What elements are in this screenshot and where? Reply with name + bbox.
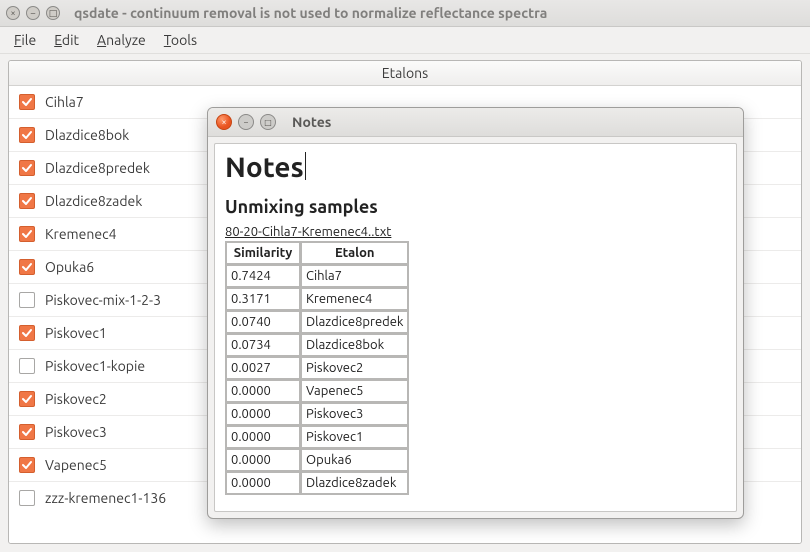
maximize-icon[interactable]: □ <box>46 6 60 20</box>
cell-similarity: 0.0000 <box>226 426 300 448</box>
menu-label-rest: nalyze <box>106 32 146 48</box>
menu-edit[interactable]: Edit <box>54 32 79 48</box>
cell-etalon: Cihla7 <box>301 265 408 287</box>
table-row: 0.0027Piskovec2 <box>226 357 408 379</box>
column-header-etalon: Etalon <box>301 242 408 264</box>
notes-window-title: Notes <box>292 114 331 130</box>
menu-label-rest: ools <box>171 32 197 48</box>
menu-mnemonic: A <box>97 32 106 48</box>
checkbox[interactable] <box>19 94 35 110</box>
etalon-label: Piskovec2 <box>45 391 107 407</box>
cell-similarity: 0.7424 <box>226 265 300 287</box>
etalon-label: Kremenec4 <box>45 226 116 242</box>
cell-etalon: Vapenec5 <box>301 380 408 402</box>
menu-tools[interactable]: Tools <box>164 32 197 48</box>
checkbox[interactable] <box>19 292 35 308</box>
checkbox[interactable] <box>19 259 35 275</box>
table-row: 0.0740Dlazdice8predek <box>226 311 408 333</box>
similarity-table: Similarity Etalon 0.7424Cihla70.3171Krem… <box>225 241 409 495</box>
etalon-label: Piskovec1 <box>45 325 107 341</box>
table-row: 0.0000Piskovec1 <box>226 426 408 448</box>
window-title: qsdate - continuum removal is not used t… <box>74 5 547 21</box>
etalon-label: Dlazdice8zadek <box>45 193 142 209</box>
etalon-label: zzz-kremenec1-136 <box>45 490 166 506</box>
table-row: 0.3171Kremenec4 <box>226 288 408 310</box>
cell-similarity: 0.0000 <box>226 449 300 471</box>
checkbox[interactable] <box>19 226 35 242</box>
table-header-row: Similarity Etalon <box>226 242 408 264</box>
etalon-label: Dlazdice8predek <box>45 160 150 176</box>
cell-etalon: Opuka6 <box>301 449 408 471</box>
table-row: 0.0000Piskovec3 <box>226 403 408 425</box>
etalon-label: Piskovec3 <box>45 424 107 440</box>
cell-etalon: Piskovec2 <box>301 357 408 379</box>
main-titlebar[interactable]: × – □ qsdate - continuum removal is not … <box>0 0 810 27</box>
etalon-label: Dlazdice8bok <box>45 127 129 143</box>
cell-etalon: Dlazdice8predek <box>301 311 408 333</box>
minimize-icon[interactable]: – <box>26 6 40 20</box>
checkbox[interactable] <box>19 457 35 473</box>
checkbox[interactable] <box>19 160 35 176</box>
table-row: 0.0000Dlazdice8zadek <box>226 472 408 494</box>
checkbox[interactable] <box>19 127 35 143</box>
cell-similarity: 0.0000 <box>226 403 300 425</box>
cell-similarity: 0.0734 <box>226 334 300 356</box>
etalons-heading: Etalons <box>9 61 801 86</box>
cell-etalon: Dlazdice8zadek <box>301 472 408 494</box>
menu-analyze[interactable]: Analyze <box>97 32 146 48</box>
minimize-icon[interactable]: – <box>238 114 254 130</box>
text-cursor-icon <box>305 152 306 180</box>
table-row: 0.0734Dlazdice8bok <box>226 334 408 356</box>
maximize-icon[interactable]: □ <box>260 114 276 130</box>
cell-etalon: Piskovec1 <box>301 426 408 448</box>
cell-similarity: 0.0027 <box>226 357 300 379</box>
etalon-label: Opuka6 <box>45 259 94 275</box>
etalon-label: Piskovec-mix-1-2-3 <box>45 292 161 308</box>
menubar: File Edit Analyze Tools <box>0 27 810 54</box>
cell-etalon: Dlazdice8bok <box>301 334 408 356</box>
menu-file[interactable]: File <box>14 32 36 48</box>
checkbox[interactable] <box>19 391 35 407</box>
close-icon[interactable]: × <box>6 6 20 20</box>
cell-similarity: 0.0000 <box>226 380 300 402</box>
menu-mnemonic: E <box>54 32 62 48</box>
cell-similarity: 0.3171 <box>226 288 300 310</box>
cell-similarity: 0.0740 <box>226 311 300 333</box>
etalon-label: Piskovec1-kopie <box>45 358 145 374</box>
table-row: 0.0000Vapenec5 <box>226 380 408 402</box>
notes-titlebar[interactable]: × – □ Notes <box>208 108 743 137</box>
notes-editor[interactable]: Notes Unmixing samples 80-20-Cihla7-Krem… <box>214 143 737 512</box>
cell-etalon: Kremenec4 <box>301 288 408 310</box>
notes-window[interactable]: × – □ Notes Notes Unmixing samples 80-20… <box>207 107 744 519</box>
etalon-label: Cihla7 <box>45 94 84 110</box>
notes-heading-1: Notes <box>225 152 304 183</box>
checkbox[interactable] <box>19 424 35 440</box>
checkbox[interactable] <box>19 358 35 374</box>
close-icon[interactable]: × <box>216 114 232 130</box>
checkbox[interactable] <box>19 193 35 209</box>
notes-table-caption: 80-20-Cihla7-Kremenec4..txt <box>225 225 726 239</box>
checkbox[interactable] <box>19 490 35 506</box>
etalon-label: Vapenec5 <box>45 457 107 473</box>
menu-label-rest: dit <box>62 32 79 48</box>
notes-heading-2: Unmixing samples <box>225 197 726 217</box>
menu-label-rest: ile <box>21 32 36 48</box>
table-row: 0.7424Cihla7 <box>226 265 408 287</box>
table-row: 0.0000Opuka6 <box>226 449 408 471</box>
menu-mnemonic: T <box>164 32 171 48</box>
column-header-similarity: Similarity <box>226 242 300 264</box>
cell-etalon: Piskovec3 <box>301 403 408 425</box>
cell-similarity: 0.0000 <box>226 472 300 494</box>
checkbox[interactable] <box>19 325 35 341</box>
